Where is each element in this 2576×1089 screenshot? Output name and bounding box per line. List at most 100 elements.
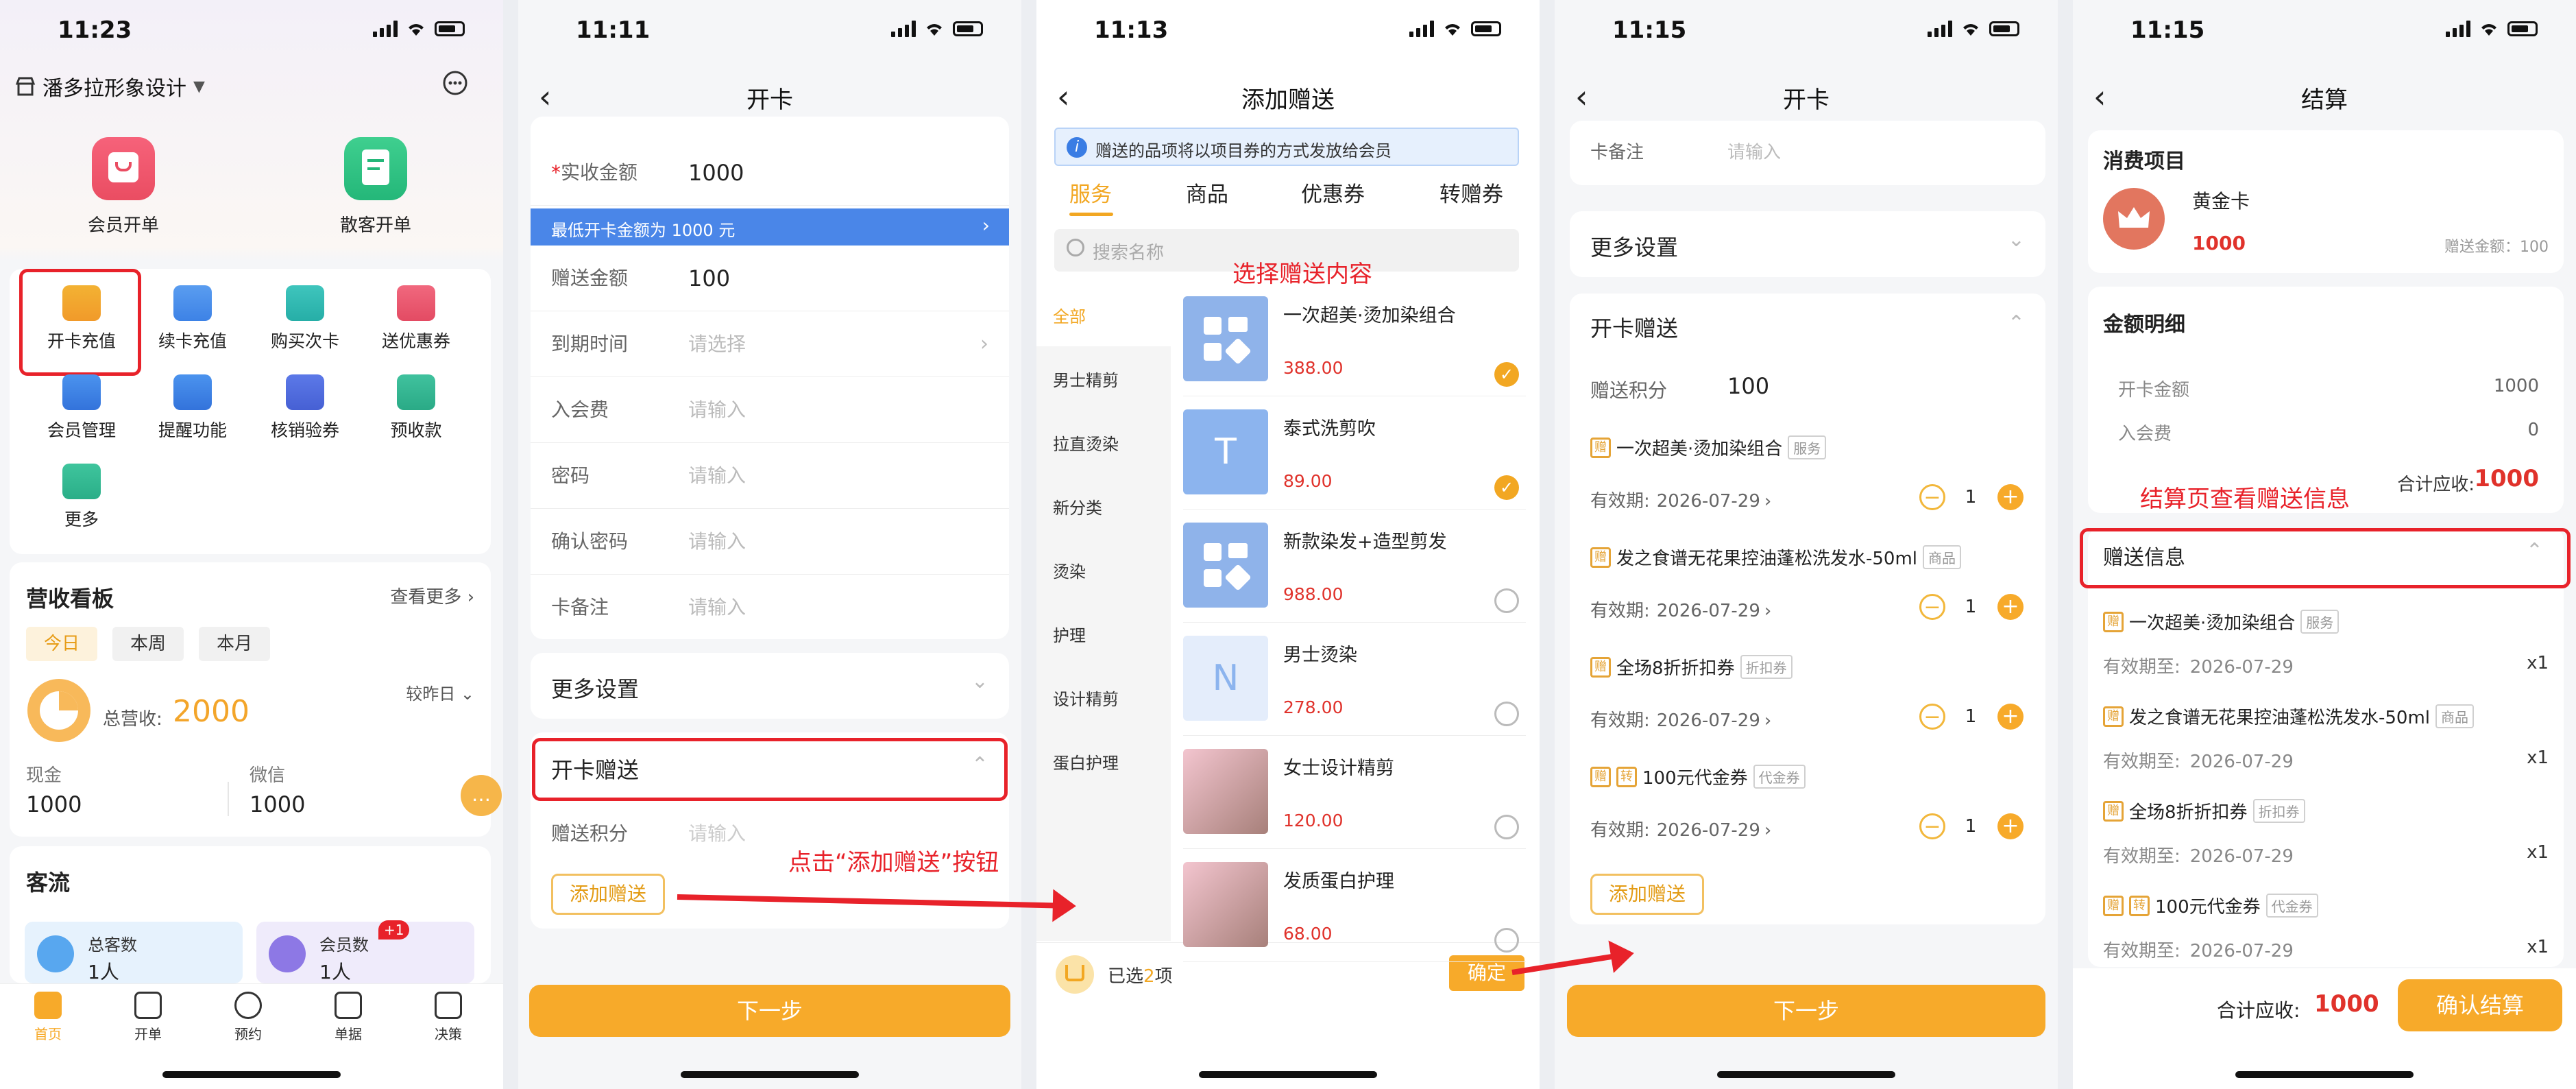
unchecked-icon[interactable] (1494, 702, 1519, 726)
guest-order-button[interactable]: 散客开单 (328, 137, 424, 237)
tab-decision[interactable]: 决策 (421, 992, 476, 1043)
tab-0[interactable]: 服务 (1069, 177, 1112, 208)
grid-item-reminder[interactable]: 提醒功能 (141, 374, 244, 442)
member-order-button[interactable]: 会员开单 (75, 137, 171, 237)
confirm-password-row[interactable]: 确认密码 请输入 (531, 509, 1009, 575)
unchecked-icon[interactable] (1494, 928, 1519, 953)
remark-card[interactable]: 卡备注 请输入 (1570, 121, 2045, 185)
remark-row[interactable]: 卡备注 请输入 (531, 575, 1009, 639)
next-button[interactable]: 下一步 (529, 985, 1010, 1037)
grid-item-prepay[interactable]: 预收款 (365, 374, 467, 442)
compare-selector[interactable]: 较昨日 ⌄ (406, 680, 474, 704)
points-value[interactable]: 100 (1727, 373, 1769, 399)
tab-1[interactable]: 商品 (1186, 177, 1228, 208)
status-time: 11:23 (58, 16, 132, 44)
view-more-link[interactable]: 查看更多 › (390, 583, 474, 608)
grid-item-label: 预收款 (390, 420, 442, 440)
category-item[interactable]: 男士精剪 (1036, 346, 1171, 410)
plus-icon[interactable]: + (1997, 594, 2024, 620)
fee-row[interactable]: 入会费 请输入 (531, 377, 1009, 443)
tab-home[interactable]: 首页 (21, 992, 75, 1043)
tab-label: 决策 (435, 1026, 462, 1042)
category-item[interactable]: 设计精剪 (1036, 665, 1171, 729)
add-gift-button[interactable]: 添加赠送 (551, 874, 665, 915)
checked-icon[interactable]: ✓ (1494, 475, 1519, 500)
gift-validity[interactable]: 有效期: 2026-07-29 › (1590, 597, 1771, 622)
confirm-checkout-button[interactable]: 确认结算 (2398, 979, 2562, 1031)
checked-icon[interactable]: ✓ (1494, 362, 1519, 387)
battery-icon (953, 21, 983, 36)
grid-item-send-coupon[interactable]: 送优惠券 (365, 285, 467, 352)
plus-icon[interactable]: + (1997, 813, 2024, 839)
item-name: 男士烫染 (1283, 645, 1357, 666)
status-bar: 11:13 (1036, 0, 1540, 66)
tab-3[interactable]: 转赠券 (1439, 177, 1503, 208)
guest-order-icon (344, 137, 407, 200)
category-item[interactable]: 蛋白护理 (1036, 729, 1171, 793)
tab-2[interactable]: 优惠券 (1301, 177, 1365, 208)
chevron-down-icon: ⌄ (2007, 228, 2025, 252)
item-name: 女士设计精剪 (1283, 758, 1394, 779)
period-month[interactable]: 本月 (199, 627, 270, 661)
category-item[interactable]: 拉直烫染 (1036, 410, 1171, 474)
gift-validity: 有效期至: 2026-07-29 (2103, 842, 2294, 867)
service-item[interactable]: 一次超美·烫加染组合 388.00 ✓ (1183, 294, 1526, 396)
add-gift-button[interactable]: 添加赠送 (1590, 874, 1704, 915)
category-item[interactable]: 烫染 (1036, 538, 1171, 601)
minus-icon[interactable]: − (1919, 484, 1945, 510)
service-item[interactable]: T 泰式洗剪吹 89.00 ✓ (1183, 407, 1526, 510)
grid-item-open-card[interactable]: 开卡充值 (30, 285, 133, 352)
more-settings-row[interactable]: 更多设置 ⌄ (531, 653, 1009, 719)
gift-amount-value[interactable]: 100 (688, 246, 730, 311)
fee-label: 入会费 (551, 398, 609, 421)
status-bar: 11:15 (1555, 0, 2058, 66)
tab-clock[interactable]: 预约 (221, 992, 276, 1043)
unchecked-icon[interactable] (1494, 815, 1519, 839)
chevron-up-icon[interactable]: ⌃ (2008, 311, 2025, 335)
members-card[interactable]: 会员数 +1 1人 (256, 920, 474, 983)
next-button[interactable]: 下一步 (1567, 985, 2045, 1037)
minus-icon[interactable]: − (1919, 813, 1945, 839)
period-week[interactable]: 本周 (112, 627, 184, 661)
expire-row[interactable]: 到期时间 请选择 › (531, 311, 1009, 377)
verify-coupon-icon (286, 374, 324, 410)
gift-validity[interactable]: 有效期: 2026-07-29 › (1590, 487, 1771, 512)
grid-item-more[interactable]: 更多 (30, 464, 133, 531)
service-item[interactable]: 女士设计精剪 120.00 (1183, 746, 1526, 849)
total-guests-card[interactable]: 总客数 1人 (25, 922, 243, 983)
more-settings-row[interactable]: 更多设置 ⌄ (1570, 211, 2045, 277)
gift-amount-row[interactable]: 赠送金额 100 (531, 246, 1009, 311)
service-item[interactable]: 发质蛋白护理 68.00 (1183, 859, 1526, 962)
category-item[interactable]: 全部 (1036, 283, 1171, 346)
store-selector[interactable]: 潘多拉形象设计 ▼ (15, 73, 205, 101)
grid-item-buy-count-card[interactable]: 购买次卡 (254, 285, 356, 352)
grid-item-member-mgmt[interactable]: 会员管理 (30, 374, 133, 442)
chat-float-icon[interactable]: … (461, 775, 502, 816)
unchecked-icon[interactable] (1494, 588, 1519, 613)
paid-amount-row[interactable]: *实收金额 1000 (531, 140, 1009, 206)
minus-icon[interactable]: − (1919, 704, 1945, 730)
tab-order[interactable]: 开单 (121, 992, 175, 1043)
grid-item-renew-card[interactable]: 续卡充值 (141, 285, 244, 352)
password-row[interactable]: 密码 请输入 (531, 443, 1009, 509)
paid-amount-value[interactable]: 1000 (688, 140, 744, 206)
message-icon[interactable] (441, 70, 469, 97)
more-settings-label: 更多设置 (1590, 235, 1679, 261)
plus-icon[interactable]: + (1997, 484, 2024, 510)
period-today[interactable]: 今日 (26, 627, 97, 661)
service-item[interactable]: N 男士烫染 278.00 (1183, 633, 1526, 736)
gift-validity[interactable]: 有效期: 2026-07-29 › (1590, 706, 1771, 732)
service-item[interactable]: 新款染发+造型剪发 988.00 (1183, 520, 1526, 623)
category-item[interactable]: 新分类 (1036, 474, 1171, 538)
points-placeholder[interactable]: 请输入 (688, 819, 746, 846)
category-item[interactable]: 护理 (1036, 601, 1171, 665)
grid-item-verify-coupon[interactable]: 核销验券 (254, 374, 356, 442)
minus-icon[interactable]: − (1919, 594, 1945, 620)
total-guests-label: 总客数 (88, 935, 137, 955)
grid-item-label: 提醒功能 (158, 420, 227, 440)
tab-receipt[interactable]: 单据 (321, 992, 376, 1043)
chevron-right-icon: › (1764, 601, 1772, 621)
plus-icon[interactable]: + (1997, 704, 2024, 730)
home-indicator (1717, 1071, 1895, 1078)
gift-validity[interactable]: 有效期: 2026-07-29 › (1590, 816, 1771, 841)
